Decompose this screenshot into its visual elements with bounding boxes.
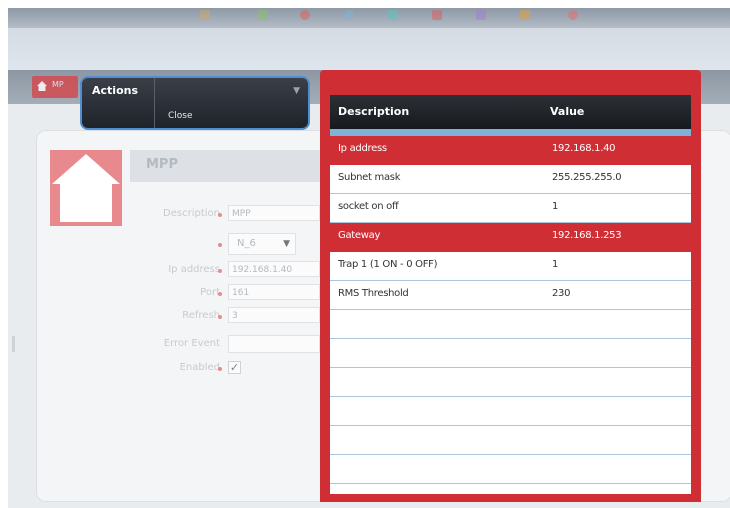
value-cell: 192.168.1.253 (552, 230, 622, 241)
refresh-input[interactable]: 3 (228, 307, 320, 323)
required-marker (218, 292, 222, 296)
table-row[interactable]: RMS Threshold 230 (330, 281, 691, 310)
chevron-down-icon: ▼ (283, 239, 290, 249)
error-event-input[interactable] (228, 335, 320, 353)
device-title: MPP (130, 150, 330, 182)
actions-divider (154, 78, 155, 128)
table-row[interactable]: Ip address 192.168.1.40 (330, 136, 691, 165)
description-cell: Gateway (338, 230, 381, 241)
error-event-label: Error Event (163, 338, 220, 349)
ip-address-input[interactable]: 192.168.1.40 (228, 261, 320, 277)
required-marker (218, 213, 222, 217)
node-select-value: N_6 (237, 238, 256, 249)
alarm-icon[interactable] (300, 10, 310, 20)
actions-menu[interactable]: Actions Close ▼ (80, 76, 310, 130)
chevron-down-icon[interactable]: ▼ (293, 86, 300, 96)
table-row[interactable]: Trap 1 (1 ON - 0 OFF) 1 (330, 252, 691, 281)
table-row[interactable]: Gateway 192.168.1.253 (330, 223, 691, 252)
port-label: Port (200, 287, 220, 298)
description-label: Description (163, 208, 220, 219)
table-row[interactable]: Subnet mask 255.255.255.0 (330, 165, 691, 194)
folder-icon[interactable] (200, 10, 210, 20)
description-input[interactable]: MPP (228, 205, 320, 221)
table-row[interactable] (330, 339, 691, 368)
device-image (50, 150, 122, 226)
table-row[interactable]: socket on off 1 (330, 194, 691, 223)
home-icon (37, 81, 47, 91)
value-cell: 192.168.1.40 (552, 143, 616, 154)
top-toolbar (8, 8, 730, 71)
help-icon[interactable] (568, 10, 578, 20)
description-cell: socket on off (338, 201, 399, 212)
search-icon[interactable] (344, 10, 354, 20)
home-tab[interactable]: MP (32, 76, 78, 98)
table-row[interactable] (330, 368, 691, 397)
column-header-description[interactable]: Description (338, 105, 409, 118)
value-cell: 230 (552, 288, 571, 299)
description-cell: Ip address (338, 143, 387, 154)
enabled-label: Enabled (179, 362, 220, 373)
ip-address-label: Ip address (168, 264, 220, 275)
chart-icon[interactable] (388, 10, 398, 20)
required-marker (218, 269, 222, 273)
table-row[interactable] (330, 455, 691, 484)
table-row[interactable] (330, 397, 691, 426)
sleep-icon[interactable] (476, 10, 486, 20)
description-cell: Trap 1 (1 ON - 0 OFF) (338, 259, 438, 270)
port-input[interactable]: 161 (228, 284, 320, 300)
required-marker (218, 243, 222, 247)
required-marker (218, 315, 222, 319)
house-icon (52, 154, 120, 222)
add-icon[interactable] (520, 10, 530, 20)
value-cell: 1 (552, 259, 559, 270)
column-header-value[interactable]: Value (550, 105, 584, 118)
table-header: Description Value (330, 95, 691, 129)
table-row[interactable] (330, 310, 691, 339)
home-tab-label: MP (52, 80, 64, 89)
refresh-label: Refresh (182, 310, 220, 321)
warning-icon[interactable] (432, 10, 442, 20)
parameters-dialog: Description Value Ip address 192.168.1.40… (320, 70, 701, 502)
close-button[interactable]: Close (168, 111, 193, 121)
toolbar-icon-row (8, 8, 730, 28)
battery-icon[interactable] (258, 10, 268, 20)
parameters-table: Description Value Ip address 192.168.1.40… (330, 95, 691, 494)
value-cell: 1 (552, 201, 559, 212)
required-marker (218, 367, 222, 371)
description-cell: Subnet mask (338, 172, 401, 183)
enabled-checkbox[interactable]: ✓ (228, 361, 241, 374)
node-select[interactable]: N_6 ▼ (228, 233, 296, 255)
header-accent-strip (330, 129, 691, 136)
table-row[interactable] (330, 426, 691, 455)
actions-title: Actions (92, 84, 138, 97)
sidebar-resize-handle[interactable] (12, 336, 15, 352)
value-cell: 255.255.255.0 (552, 172, 622, 183)
description-cell: RMS Threshold (338, 288, 409, 299)
